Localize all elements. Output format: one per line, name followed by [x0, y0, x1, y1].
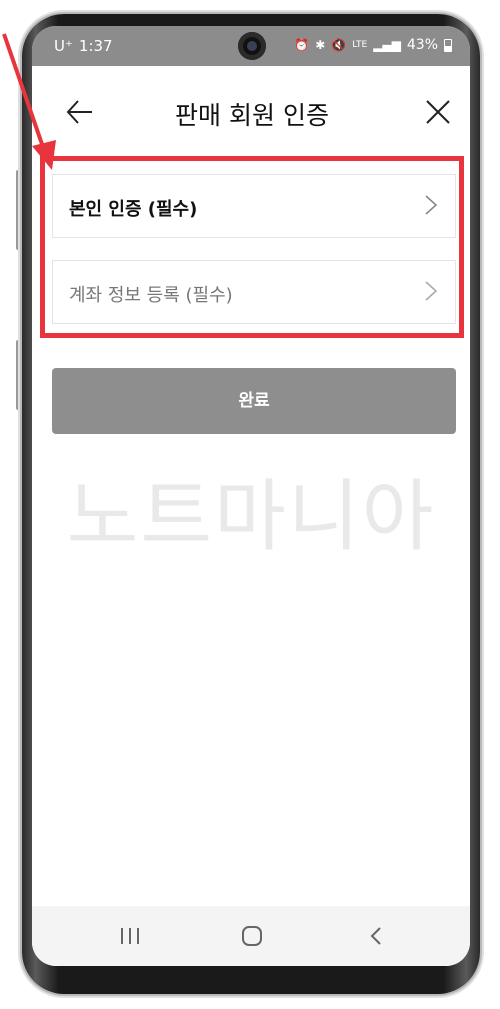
- bluetooth-icon: ✱: [315, 38, 326, 52]
- back-nav-icon[interactable]: [362, 924, 390, 948]
- recent-apps-icon[interactable]: [116, 924, 144, 948]
- page-title: 판매 회원 인증: [175, 101, 329, 130]
- home-icon[interactable]: [238, 924, 266, 948]
- front-camera: [238, 32, 266, 60]
- account-registration-label: 계좌 정보 등록 (필수): [69, 285, 233, 306]
- chevron-right-icon: [425, 195, 438, 215]
- phone-screen: U⁺ 1:37 ⏰ ✱ 🔇 LTE ▂▄▆ 43% 판매 회원 인증 본인 인증…: [32, 26, 470, 966]
- signal-icon: ▂▄▆: [373, 38, 401, 52]
- page-header: 판매 회원 인증: [32, 66, 470, 158]
- battery-icon: [444, 38, 452, 52]
- lte-icon: LTE: [352, 39, 368, 50]
- complete-button[interactable]: 완료: [52, 368, 456, 434]
- status-bar: U⁺ 1:37 ⏰ ✱ 🔇 LTE ▂▄▆ 43%: [32, 26, 470, 66]
- close-icon[interactable]: [422, 96, 454, 128]
- navigation-bar: [32, 906, 470, 966]
- watermark: 노트마니아: [66, 472, 436, 562]
- mute-icon: 🔇: [331, 38, 347, 52]
- identity-verification-label: 본인 인증 (필수): [69, 199, 198, 220]
- chevron-right-icon: [425, 281, 438, 301]
- status-right: ⏰ ✱ 🔇 LTE ▂▄▆ 43%: [294, 37, 452, 53]
- battery-percent: 43%: [406, 37, 438, 53]
- alarm-icon: ⏰: [294, 38, 310, 52]
- identity-verification-item[interactable]: 본인 인증 (필수): [52, 174, 456, 238]
- status-time: 1:37: [78, 37, 113, 55]
- red-arrow-annotation: [2, 33, 56, 170]
- screenshot-stage: U⁺ 1:37 ⏰ ✱ 🔇 LTE ▂▄▆ 43% 판매 회원 인증 본인 인증…: [0, 0, 500, 1009]
- account-registration-item[interactable]: 계좌 정보 등록 (필수): [52, 260, 456, 324]
